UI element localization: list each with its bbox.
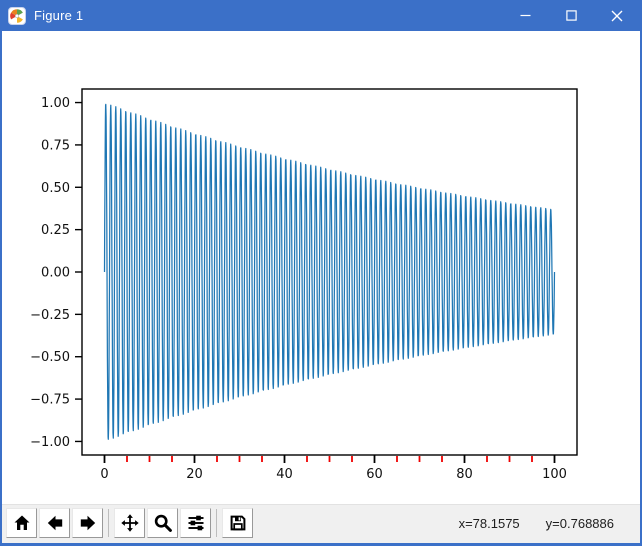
y-tick-label: −0.50 [30, 350, 70, 365]
toolbar-separator [216, 509, 217, 537]
configure-subplots-button[interactable] [180, 508, 211, 538]
titlebar: Figure 1 [2, 0, 640, 31]
maximize-button[interactable] [548, 0, 594, 31]
back-button[interactable] [39, 508, 70, 538]
y-tick-label: −0.25 [30, 308, 70, 323]
x-tick-label: 0 [100, 467, 108, 482]
x-tick-label: 60 [366, 467, 383, 482]
y-tick-label: 0.00 [41, 266, 70, 281]
figure-canvas-frame: 1.00 0.75 0.50 0.25 0.00 −0.25 −0.50 −0.75 −1.00… [2, 31, 640, 543]
zoom-button[interactable] [147, 508, 178, 538]
home-button[interactable] [6, 508, 37, 538]
save-icon [230, 515, 245, 531]
minimize-icon [520, 14, 530, 17]
back-icon [47, 515, 62, 531]
y-tick-label: −1.00 [30, 435, 70, 450]
plot-canvas[interactable]: 1.00 0.75 0.50 0.25 0.00 −0.25 −0.50 −0.75 −1.00… [2, 31, 640, 504]
toolbar-separator [108, 509, 109, 537]
y-tick-label: 0.50 [41, 181, 70, 196]
status-x-value: x=78.1575 [458, 515, 520, 531]
minimize-button[interactable] [502, 0, 548, 31]
x-tick-label: 100 [542, 467, 567, 482]
waveform-line [103, 103, 556, 440]
home-icon [14, 515, 29, 530]
matplotlib-logo-icon [8, 6, 26, 25]
axes: 1.00 0.75 0.50 0.25 0.00 −0.25 −0.50 −0.75 −1.00… [30, 88, 578, 482]
y-tick-label: 0.75 [41, 138, 70, 153]
window-title: Figure 1 [34, 8, 84, 23]
forward-button[interactable] [72, 508, 103, 538]
pan-button[interactable] [114, 508, 145, 538]
y-tick-label: 1.00 [41, 96, 70, 111]
x-tick-label: 80 [456, 467, 473, 482]
close-icon [611, 10, 623, 21]
forward-icon [80, 515, 95, 531]
status-y-value: y=0.768886 [545, 515, 614, 531]
zoom-icon [154, 514, 172, 532]
window-controls [502, 0, 640, 31]
maximize-icon [565, 10, 577, 21]
x-tick-label: 20 [186, 467, 203, 482]
y-tick-label: 0.25 [41, 223, 70, 238]
close-button[interactable] [594, 0, 640, 31]
pan-icon [120, 514, 139, 532]
save-button[interactable] [222, 508, 253, 538]
navigation-toolbar: x=78.1575 y=0.768886 [2, 504, 640, 543]
figure-window: Figure 1 1.00 0.75 0.50 0.25 0.00 −0.25 … [0, 0, 642, 546]
x-tick-label: 40 [276, 467, 293, 482]
y-tick-label: −0.75 [30, 393, 70, 408]
configure-subplots-icon [188, 515, 203, 531]
cursor-status: x=78.1575 y=0.768886 [459, 516, 614, 531]
